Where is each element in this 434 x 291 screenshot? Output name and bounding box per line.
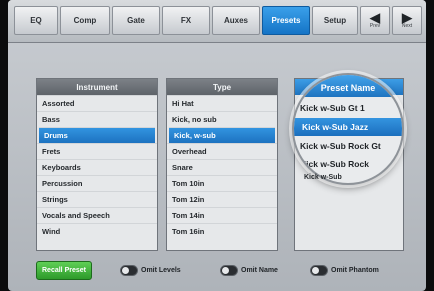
omit-levels-toggle[interactable]: Omit Levels	[120, 264, 181, 276]
toggle-switch-icon	[310, 264, 328, 276]
presets-panel: EQ Comp Gate FX Auxes Presets Setup ◀ Pr…	[8, 0, 426, 291]
omit-phantom-toggle[interactable]: Omit Phantom	[310, 264, 379, 276]
preset-item[interactable]: Kick w-Sub Gt 1	[300, 99, 365, 117]
type-item[interactable]: Tom 14in	[167, 207, 277, 223]
tab-comp[interactable]: Comp	[60, 6, 110, 35]
type-item-selected[interactable]: Kick, w-sub	[169, 127, 275, 143]
instrument-item[interactable]: Frets	[37, 143, 157, 159]
tab-setup[interactable]: Setup	[312, 6, 358, 35]
omit-name-toggle[interactable]: Omit Name	[220, 264, 278, 276]
next-button[interactable]: ▶ Next	[392, 6, 422, 35]
toggle-switch-icon	[220, 264, 238, 276]
preset-item-selected[interactable]: Kick w-Sub Jazz	[294, 118, 402, 136]
instrument-item[interactable]: Keyboards	[37, 159, 157, 175]
type-list: Type Hi Hat Kick, no sub Kick, w-sub Ove…	[166, 78, 278, 251]
prev-button[interactable]: ◀ Prev	[360, 6, 390, 35]
tab-bar: EQ Comp Gate FX Auxes Presets Setup ◀ Pr…	[8, 0, 426, 43]
tab-gate[interactable]: Gate	[112, 6, 160, 35]
preset-item[interactable]: Kick w-Sub	[304, 168, 342, 186]
instrument-item[interactable]: Strings	[37, 191, 157, 207]
type-item[interactable]: Tom 10in	[167, 175, 277, 191]
instrument-item[interactable]: Vocals and Speech	[37, 207, 157, 223]
instrument-item-selected[interactable]: Drums	[39, 127, 155, 143]
instrument-item[interactable]: Percussion	[37, 175, 157, 191]
next-arrow-icon: ▶	[402, 10, 412, 25]
type-item[interactable]: Overhead	[167, 143, 277, 159]
type-item[interactable]: Tom 16in	[167, 223, 277, 239]
preset-item[interactable]: Kick w-Sub Rock Gt	[300, 137, 381, 155]
type-item[interactable]: Tom 12in	[167, 191, 277, 207]
omit-name-label: Omit Name	[241, 266, 278, 274]
type-item[interactable]: Kick, no sub	[167, 111, 277, 127]
prev-label: Prev	[369, 23, 381, 29]
type-item[interactable]: Hi Hat	[167, 95, 277, 111]
omit-phantom-label: Omit Phantom	[331, 266, 379, 274]
next-label: Next	[401, 23, 413, 29]
instrument-list-header: Instrument	[37, 79, 157, 95]
tab-presets[interactable]: Presets	[262, 6, 310, 35]
instrument-item[interactable]: Wind	[37, 223, 157, 239]
preset-name-header: Preset Name	[294, 75, 402, 97]
omit-levels-label: Omit Levels	[141, 266, 181, 274]
tab-auxes[interactable]: Auxes	[212, 6, 260, 35]
type-list-header: Type	[167, 79, 277, 95]
recall-preset-button[interactable]: Recall Preset	[36, 261, 92, 280]
tab-eq[interactable]: EQ	[14, 6, 58, 35]
instrument-item[interactable]: Bass	[37, 111, 157, 127]
toggle-switch-icon	[120, 264, 138, 276]
prev-arrow-icon: ◀	[370, 10, 380, 25]
type-item[interactable]: Snare	[167, 159, 277, 175]
instrument-list: Instrument Assorted Bass Drums Frets Key…	[36, 78, 158, 251]
tab-fx[interactable]: FX	[162, 6, 210, 35]
instrument-item[interactable]: Assorted	[37, 95, 157, 111]
